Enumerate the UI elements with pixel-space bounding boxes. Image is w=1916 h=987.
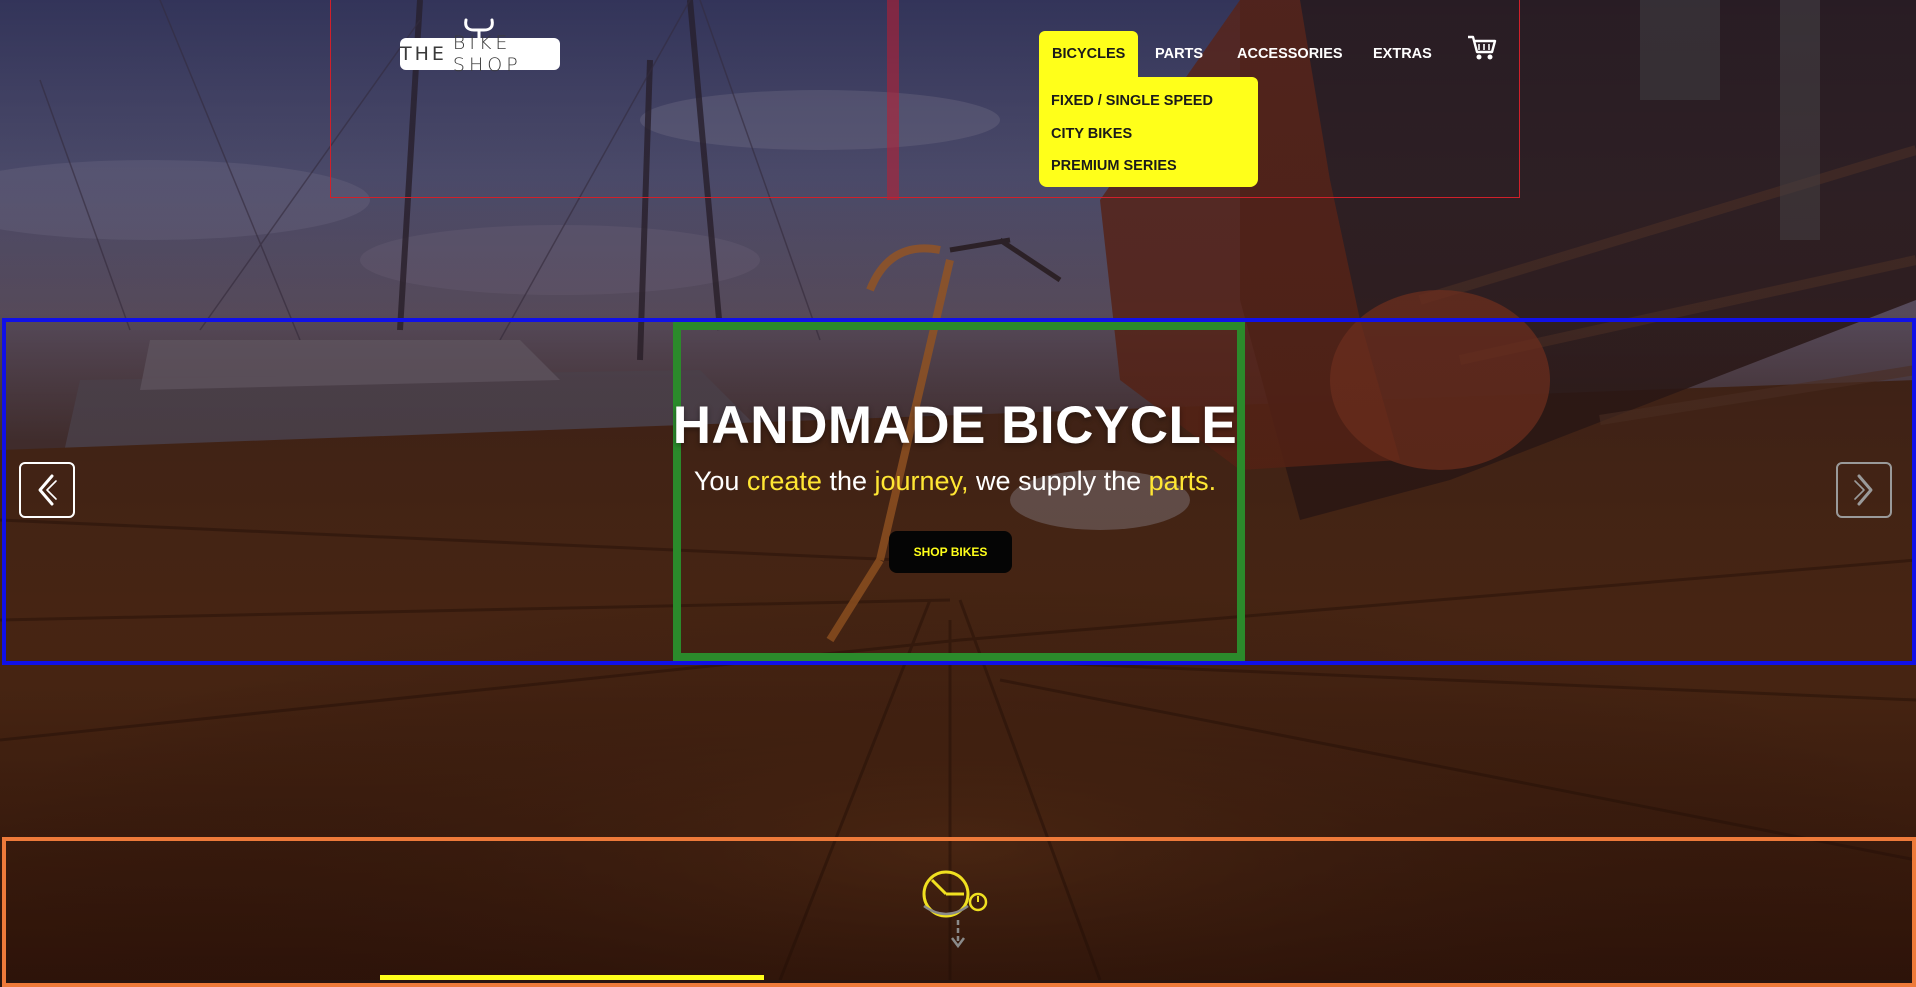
bicycles-dropdown-menu: FIXED / SINGLE SPEED CITY BIKES PREMIUM … xyxy=(1039,77,1258,187)
nav-item-accessories[interactable]: ACCESSORIES xyxy=(1237,31,1343,77)
hero-subtitle: You create the journey, we supply the pa… xyxy=(600,466,1310,497)
nav-item-parts[interactable]: PARTS xyxy=(1155,31,1203,77)
shopping-cart-icon[interactable] xyxy=(1467,34,1497,62)
dropdown-item-fixed-single-speed[interactable]: FIXED / SINGLE SPEED xyxy=(1039,91,1258,124)
dropdown-item-city-bikes[interactable]: CITY BIKES xyxy=(1039,124,1258,157)
subtitle-highlight: journey, xyxy=(874,466,969,496)
nav-item-extras[interactable]: EXTRAS xyxy=(1373,31,1432,77)
chevron-left-icon xyxy=(38,474,57,506)
subtitle-text: the xyxy=(821,466,875,496)
header-red-bar xyxy=(887,0,899,200)
logo-text-bike-shop: BIKE SHOP xyxy=(452,32,522,76)
bicycle-clock-icon xyxy=(922,870,988,918)
dropdown-item-premium-series[interactable]: PREMIUM SERIES xyxy=(1039,156,1258,189)
chevron-right-icon xyxy=(1854,474,1873,506)
arrow-down-icon[interactable] xyxy=(949,918,967,950)
hero-title: HANDMADE BICYCLE xyxy=(672,396,1238,455)
subtitle-text: we supply the xyxy=(968,466,1149,496)
slider-prev-button[interactable] xyxy=(19,462,75,518)
nav-item-bicycles[interactable]: BICYCLES xyxy=(1039,31,1139,77)
shop-bikes-button[interactable]: SHOP BIKES xyxy=(889,531,1012,573)
site-logo[interactable]: THE BIKE SHOP xyxy=(400,32,560,76)
section-accent-bar xyxy=(380,975,764,980)
logo-text-the: THE xyxy=(400,43,447,65)
subtitle-highlight: create xyxy=(746,466,822,496)
header-outline xyxy=(330,0,1520,198)
subtitle-text: You xyxy=(693,466,747,496)
subtitle-highlight: parts. xyxy=(1148,466,1217,496)
slider-next-button[interactable] xyxy=(1836,462,1892,518)
